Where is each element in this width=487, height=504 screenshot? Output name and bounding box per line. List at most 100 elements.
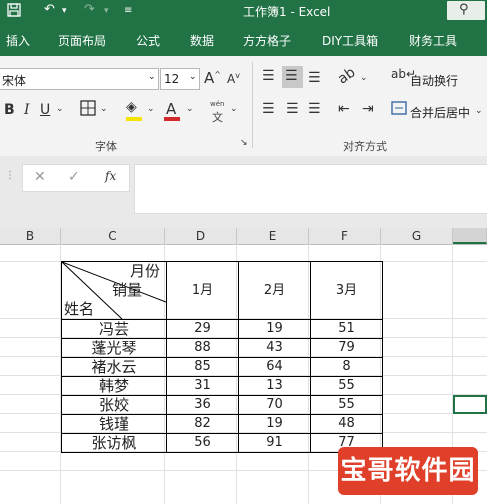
wrap-text-button[interactable]: 自动换行 <box>410 72 458 89</box>
sales-table: 月份 销量 姓名 1月 2月 3月 冯芸 29 19 51 蓬光琴 88 43 … <box>61 261 383 453</box>
column-header-d[interactable]: D <box>165 228 237 244</box>
italic-button[interactable]: I <box>24 102 30 118</box>
table-row: 钱瑾 82 19 48 <box>61 414 383 434</box>
font-size-select[interactable]: 12 ⌄ <box>160 68 200 90</box>
dialog-launcher-icon[interactable]: ↘ <box>240 138 248 148</box>
value-cell[interactable]: 70 <box>238 395 311 415</box>
cancel-icon[interactable]: ✕ <box>34 169 46 185</box>
value-cell[interactable]: 82 <box>166 414 239 434</box>
merge-center-button[interactable]: 合并后居中 <box>410 104 470 121</box>
search-button[interactable]: ⚲ <box>447 1 485 20</box>
tab-insert[interactable]: 插入 <box>6 32 30 49</box>
tab-diy-toolbox[interactable]: DIY工具箱 <box>322 32 378 49</box>
value-cell[interactable]: 36 <box>166 395 239 415</box>
merge-center-icon[interactable] <box>391 100 407 120</box>
align-right-icon[interactable]: ☰ <box>308 101 321 117</box>
tab-fangfang[interactable]: 方方格子 <box>243 32 291 49</box>
fill-color-dropdown-icon[interactable]: ⌄ <box>147 104 155 114</box>
value-cell[interactable]: 19 <box>238 414 311 434</box>
column-header-g[interactable]: G <box>381 228 453 244</box>
enter-icon[interactable]: ✓ <box>68 169 80 185</box>
formula-input[interactable] <box>134 164 487 214</box>
increase-indent-icon[interactable]: ⇥ <box>362 101 374 117</box>
underline-dropdown-icon[interactable]: ⌄ <box>56 104 64 114</box>
font-name-select[interactable]: 宋体 ⌄ <box>0 68 159 90</box>
borders-button[interactable] <box>80 100 96 120</box>
bold-button[interactable]: B <box>4 102 15 118</box>
merge-dropdown-icon[interactable]: ⌄ <box>475 106 483 116</box>
value-cell[interactable]: 31 <box>166 376 239 396</box>
column-header-c[interactable]: C <box>61 228 165 244</box>
value-cell[interactable]: 64 <box>238 357 311 377</box>
tab-page-layout[interactable]: 页面布局 <box>58 32 106 49</box>
name-cell[interactable]: 韩梦 <box>61 376 167 396</box>
month-header-1[interactable]: 1月 <box>166 261 239 320</box>
align-top-icon[interactable]: ☰ <box>262 68 275 84</box>
undo-dropdown-icon[interactable]: ▾ <box>62 6 67 16</box>
name-cell[interactable]: 张访枫 <box>61 433 167 453</box>
font-name-value: 宋体 <box>2 74 27 88</box>
shrink-font-button[interactable]: Av <box>227 71 240 86</box>
value-cell[interactable]: 51 <box>310 319 383 339</box>
decrease-indent-icon[interactable]: ⇤ <box>338 101 350 117</box>
diagonal-header-cell[interactable]: 月份 销量 姓名 <box>61 261 167 320</box>
value-cell[interactable]: 91 <box>238 433 311 453</box>
chevron-down-icon: ⌄ <box>148 72 156 82</box>
phonetic-top: wén <box>210 100 225 108</box>
name-cell[interactable]: 冯芸 <box>61 319 167 339</box>
ribbon: 宋体 ⌄ 12 ⌄ A^ Av B I U ⌄ ⌄ ◈ ⌄ A ⌄ wén 文 … <box>0 56 487 157</box>
header-sales-label: 销量 <box>112 281 143 299</box>
value-cell[interactable]: 8 <box>310 357 383 377</box>
font-color-icon[interactable]: A <box>166 100 176 118</box>
value-cell[interactable]: 56 <box>166 433 239 453</box>
selected-cell[interactable] <box>453 395 487 414</box>
value-cell[interactable]: 29 <box>166 319 239 339</box>
phonetic-button[interactable]: 文 <box>212 109 223 125</box>
column-header-e[interactable]: E <box>237 228 309 244</box>
value-cell[interactable]: 55 <box>310 395 383 415</box>
value-cell[interactable]: 55 <box>310 376 383 396</box>
ribbon-tabs: 插入 页面布局 公式 数据 方方格子 DIY工具箱 财务工具 <box>0 22 487 56</box>
tab-finance-tools[interactable]: 财务工具 <box>409 32 457 49</box>
watermark-logo: 宝哥软件园 <box>338 447 478 495</box>
undo-icon[interactable]: ↶ <box>44 2 55 17</box>
value-cell[interactable]: 43 <box>238 338 311 358</box>
value-cell[interactable]: 85 <box>166 357 239 377</box>
borders-dropdown-icon[interactable]: ⌄ <box>100 104 108 114</box>
align-left-icon[interactable]: ☰ <box>262 101 275 117</box>
tab-formulas[interactable]: 公式 <box>136 32 160 49</box>
value-cell[interactable]: 79 <box>310 338 383 358</box>
table-row: 张访枫 56 91 77 <box>61 433 383 453</box>
underline-button[interactable]: U <box>40 102 50 118</box>
month-header-3[interactable]: 3月 <box>310 261 383 320</box>
align-center-icon[interactable]: ☰ <box>286 101 299 117</box>
orientation-dropdown-icon[interactable]: ⌄ <box>360 73 368 83</box>
table-row: 张姣 36 70 55 <box>61 395 383 415</box>
grip-icon: ⋮ <box>5 170 15 181</box>
fill-color-icon[interactable]: ◈ <box>126 99 137 115</box>
grow-font-button[interactable]: A^ <box>204 69 221 87</box>
column-header-f[interactable]: F <box>309 228 381 244</box>
save-icon[interactable] <box>6 2 22 22</box>
value-cell[interactable]: 48 <box>310 414 383 434</box>
font-color-dropdown-icon[interactable]: ⌄ <box>186 104 194 114</box>
customize-toolbar-icon[interactable]: ≡ <box>124 5 132 16</box>
value-cell[interactable]: 13 <box>238 376 311 396</box>
column-header-b[interactable]: B <box>0 228 61 244</box>
shrink-font-label: A <box>227 72 236 86</box>
align-middle-button[interactable]: ☰ <box>282 66 303 88</box>
font-color-swatch <box>164 117 180 121</box>
insert-function-icon[interactable]: fx <box>105 169 116 183</box>
column-header-h[interactable] <box>453 228 487 244</box>
tab-data[interactable]: 数据 <box>190 32 214 49</box>
orientation-icon[interactable]: ab <box>335 64 358 87</box>
align-bottom-icon[interactable]: ☰ <box>308 70 321 86</box>
value-cell[interactable]: 88 <box>166 338 239 358</box>
name-cell[interactable]: 蓬光琴 <box>61 338 167 358</box>
phonetic-dropdown-icon[interactable]: ⌄ <box>230 104 238 114</box>
name-cell[interactable]: 褚水云 <box>61 357 167 377</box>
month-header-2[interactable]: 2月 <box>238 261 311 320</box>
value-cell[interactable]: 19 <box>238 319 311 339</box>
name-cell[interactable]: 张姣 <box>61 395 167 415</box>
name-cell[interactable]: 钱瑾 <box>61 414 167 434</box>
